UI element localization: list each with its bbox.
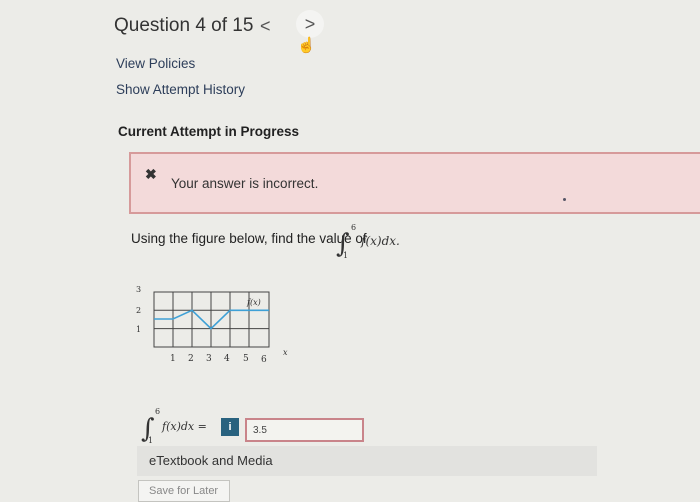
feedback-text: Your answer is incorrect. xyxy=(171,176,319,191)
y-tick-2: 2 xyxy=(136,306,141,315)
save-for-later-label: Save for Later xyxy=(149,485,219,497)
answer-integral: ∫ 6 1 f(x)dx = xyxy=(141,407,207,445)
x-tick-4: 4 xyxy=(224,354,230,364)
close-icon: ✖ xyxy=(145,166,157,182)
save-for-later-button[interactable]: Save for Later xyxy=(138,480,230,502)
x-tick-1: 1 xyxy=(170,354,176,364)
x-tick-6: 6 xyxy=(261,355,267,365)
upper-limit: 6 xyxy=(351,223,356,232)
question-integral: ∫ 6 1 f(x)dx. xyxy=(336,223,400,260)
next-question-button[interactable]: > xyxy=(296,10,324,38)
lower-limit: 1 xyxy=(148,436,153,445)
banner-dot xyxy=(563,198,566,201)
incorrect-feedback-banner: ✖ Your answer is incorrect. xyxy=(129,152,700,214)
y-tick-3: 3 xyxy=(136,285,141,294)
question-text: Using the figure below, find the value o… xyxy=(131,231,367,246)
etextbook-label: eTextbook and Media xyxy=(149,453,273,468)
question-title: Question 4 of 15 xyxy=(114,15,254,36)
function-graph: 3 2 1 1 2 3 4 5 6 x f(x) xyxy=(136,285,288,365)
pointer-hand-icon: ☝ xyxy=(297,37,316,54)
etextbook-and-media-button[interactable]: eTextbook and Media xyxy=(137,446,597,476)
x-tick-2: 2 xyxy=(188,354,194,364)
show-attempt-history-link[interactable]: Show Attempt History xyxy=(116,82,245,97)
previous-question-button[interactable]: < xyxy=(260,16,271,37)
answer-input[interactable] xyxy=(245,418,364,442)
integrand: f(x)dx = xyxy=(161,420,207,433)
info-button[interactable]: i xyxy=(221,418,239,436)
integrand: f(x)dx. xyxy=(360,234,400,248)
current-attempt-heading: Current Attempt in Progress xyxy=(118,124,300,139)
lower-limit: 1 xyxy=(343,251,348,260)
x-axis-label: x xyxy=(283,348,288,357)
x-tick-3: 3 xyxy=(206,354,212,364)
y-tick-1: 1 xyxy=(136,325,141,334)
view-policies-link[interactable]: View Policies xyxy=(116,56,195,71)
curve-label: f(x) xyxy=(246,298,261,307)
x-tick-5: 5 xyxy=(243,354,249,364)
upper-limit: 6 xyxy=(155,407,160,416)
